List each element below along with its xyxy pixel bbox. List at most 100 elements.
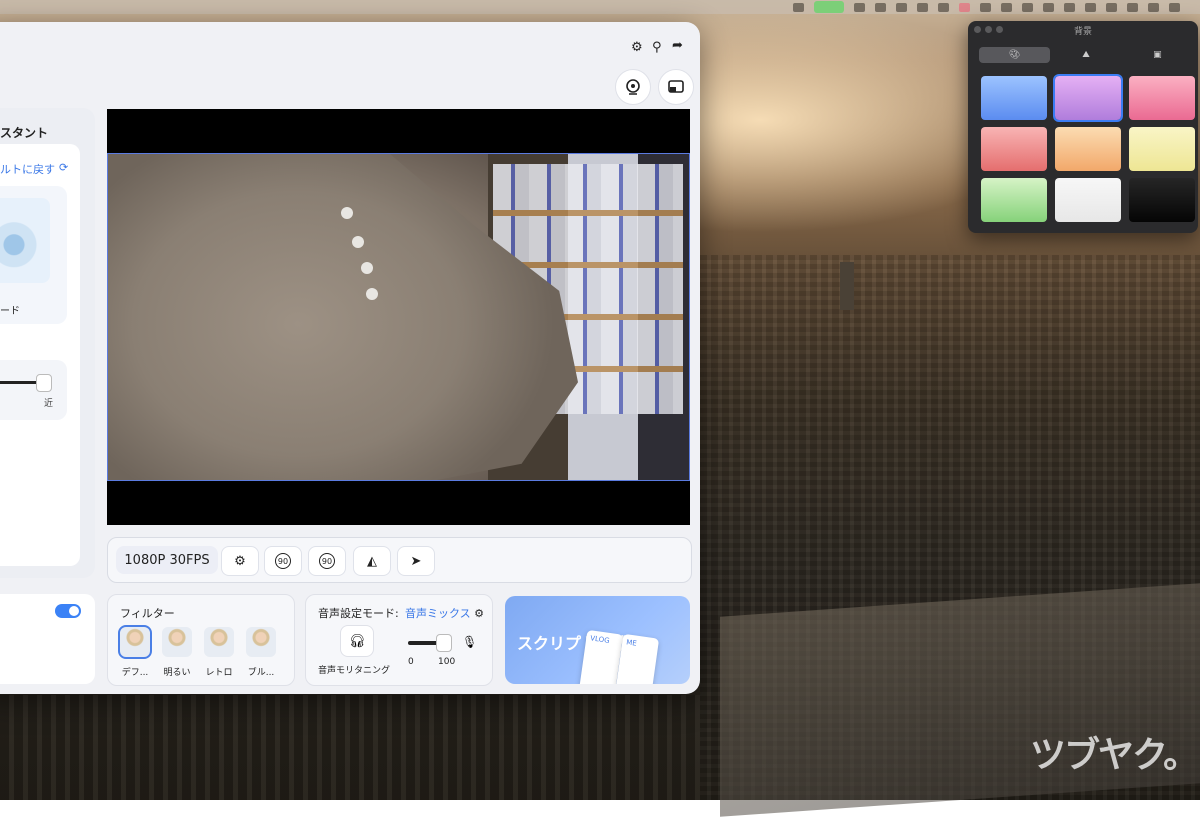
resolution-selector[interactable]: 1080P 30FPS [116,546,218,574]
volume-min-label: 0 [408,657,414,667]
rotate-right-button[interactable]: 90 [308,546,346,576]
background-palette-window: 背景 🎨︎ ⛰︎ ▣ [968,21,1198,233]
gear-icon: ⚙ [234,553,246,569]
palette-title: 背景 [1073,27,1092,37]
shirt-button [341,207,353,219]
rotate-left-icon: 90 [275,553,291,569]
shirt-button [366,288,378,300]
menubar-icon[interactable] [1043,2,1054,12]
reset-default-link[interactable]: ルトに戻す ⟳ [0,161,68,177]
image-icon: ▣ [1153,50,1162,60]
menubar-icon[interactable] [854,2,865,12]
background-swatch[interactable] [981,76,1047,120]
background-swatch[interactable] [981,178,1047,222]
audio-mode-value: 音声ミックス [405,607,471,620]
background-swatch[interactable] [1129,178,1195,222]
filter-label: レトロ [205,668,233,678]
audio-monitor-label: 音声モリタニング [318,666,391,676]
background-swatch[interactable] [1055,178,1121,222]
share-icon[interactable]: ➦ [672,38,683,53]
audio-mode-selector[interactable]: 音声ミックス ⚙ [405,605,484,621]
flip-vertical-icon: ➤ [410,553,422,569]
microphone-icon[interactable]: 🎙︎ [462,635,477,649]
feature-toggle[interactable] [55,604,81,618]
menubar-icon[interactable] [1085,2,1096,12]
volume-slider-thumb[interactable] [436,634,452,652]
flip-horizontal-button[interactable]: ◭ [353,546,391,576]
filter-card: フィルター デフ... 明るい レトロ ブル... [107,594,295,686]
mountain-icon: ⛰︎ [1082,50,1090,60]
background-swatch[interactable] [1053,74,1123,122]
tab-landscape[interactable]: ⛰︎ [1050,47,1121,63]
script-create-button[interactable]: スクリプト作成 VLOG ME [505,596,690,684]
rotate-left-button[interactable]: 90 [264,546,302,576]
palette-tabs: 🎨︎ ⛰︎ ▣ [979,47,1193,63]
distance-slider-card: 近 [0,360,67,420]
filter-thumb-bright[interactable] [162,627,192,657]
phone-label: VLOG [589,634,611,645]
tab-color[interactable]: 🎨︎ [979,47,1051,63]
phone-label: ME [625,638,638,648]
mode-card[interactable]: ード [0,186,67,324]
pin-icon[interactable]: ⚲ [652,40,662,55]
menubar-icon[interactable] [980,2,991,12]
dropbox-icon[interactable] [938,2,949,12]
audio-settings-card: 音声設定モード: 音声ミックス ⚙ 🎧︎ 音声モリタニング 0 100 🎙︎ [305,594,493,686]
filter-thumb-blue[interactable] [246,627,276,657]
headphones-icon: 🎧︎ [348,633,366,649]
phone-preview: ME [614,633,660,684]
background-swatch[interactable] [981,127,1047,171]
settings-icon[interactable]: ⚙ [631,40,643,55]
headphones-icon[interactable] [1169,2,1180,12]
shirt-button [361,262,373,274]
picture-in-picture-icon [668,80,684,93]
filter-thumb-retro[interactable] [204,627,234,657]
camera-feed [107,153,690,481]
watermark: ツブヤク。 [1030,735,1199,776]
menubar-app-icon[interactable] [814,1,844,13]
webcam-icon [626,79,640,95]
background-swatch[interactable] [1129,127,1195,171]
menubar-icon[interactable] [1106,2,1117,12]
reset-default-label: ルトに戻す [0,163,55,176]
toggle-card [0,594,95,684]
palette-icon: 🎨︎ [1008,50,1021,60]
menubar-icon[interactable] [1148,2,1159,12]
mode-illustration [0,198,50,283]
gear-icon: ⚙ [474,607,485,620]
cloud-icon[interactable] [875,2,886,12]
pip-button[interactable] [658,69,694,105]
menubar-icon[interactable] [1001,2,1012,12]
menubar-icon[interactable] [793,2,804,12]
menubar-icon[interactable] [896,2,907,12]
assistant-content: ルトに戻す ⟳ ード 近 [0,144,80,566]
filter-title: フィルター [120,607,175,620]
mode-label: ード [0,306,20,317]
filter-label: 明るい [163,668,191,678]
menubar-icon[interactable] [1022,2,1033,12]
audio-mode-title: 音声設定モード: [318,607,399,620]
filter-thumb-default[interactable] [118,625,152,659]
volume-max-label: 100 [438,657,456,667]
river [720,583,1200,817]
assistant-panel: スタント ルトに戻す ⟳ ード 近 [0,108,95,578]
play-icon[interactable] [1127,2,1138,12]
menubar-icon[interactable] [1064,2,1075,12]
camera-preview[interactable] [107,109,690,525]
assistant-title: スタント [0,126,49,140]
background-swatch[interactable] [1129,76,1195,120]
menu-bar [0,0,1200,14]
filter-label: デフ... [121,668,149,678]
camera-controls: 1080P 30FPS ⚙ 90 90 ◭ ➤ [107,537,692,583]
menubar-icon[interactable] [917,2,928,12]
webcam-button[interactable] [615,69,651,105]
camera-settings-button[interactable]: ⚙ [221,546,259,576]
distance-slider-thumb[interactable] [36,374,52,392]
menubar-icon[interactable] [959,2,970,12]
flip-vertical-button[interactable]: ➤ [397,546,435,576]
tab-image[interactable]: ▣ [1122,47,1193,63]
camera-app-window: ⚙ ⚲ ➦ スタント ルトに戻す ⟳ ード 近 1080P 30FPS ⚙ 90… [0,22,700,694]
background-swatch[interactable] [1055,127,1121,171]
city-view-lower [0,695,700,800]
audio-monitor-button[interactable]: 🎧︎ [340,625,374,657]
